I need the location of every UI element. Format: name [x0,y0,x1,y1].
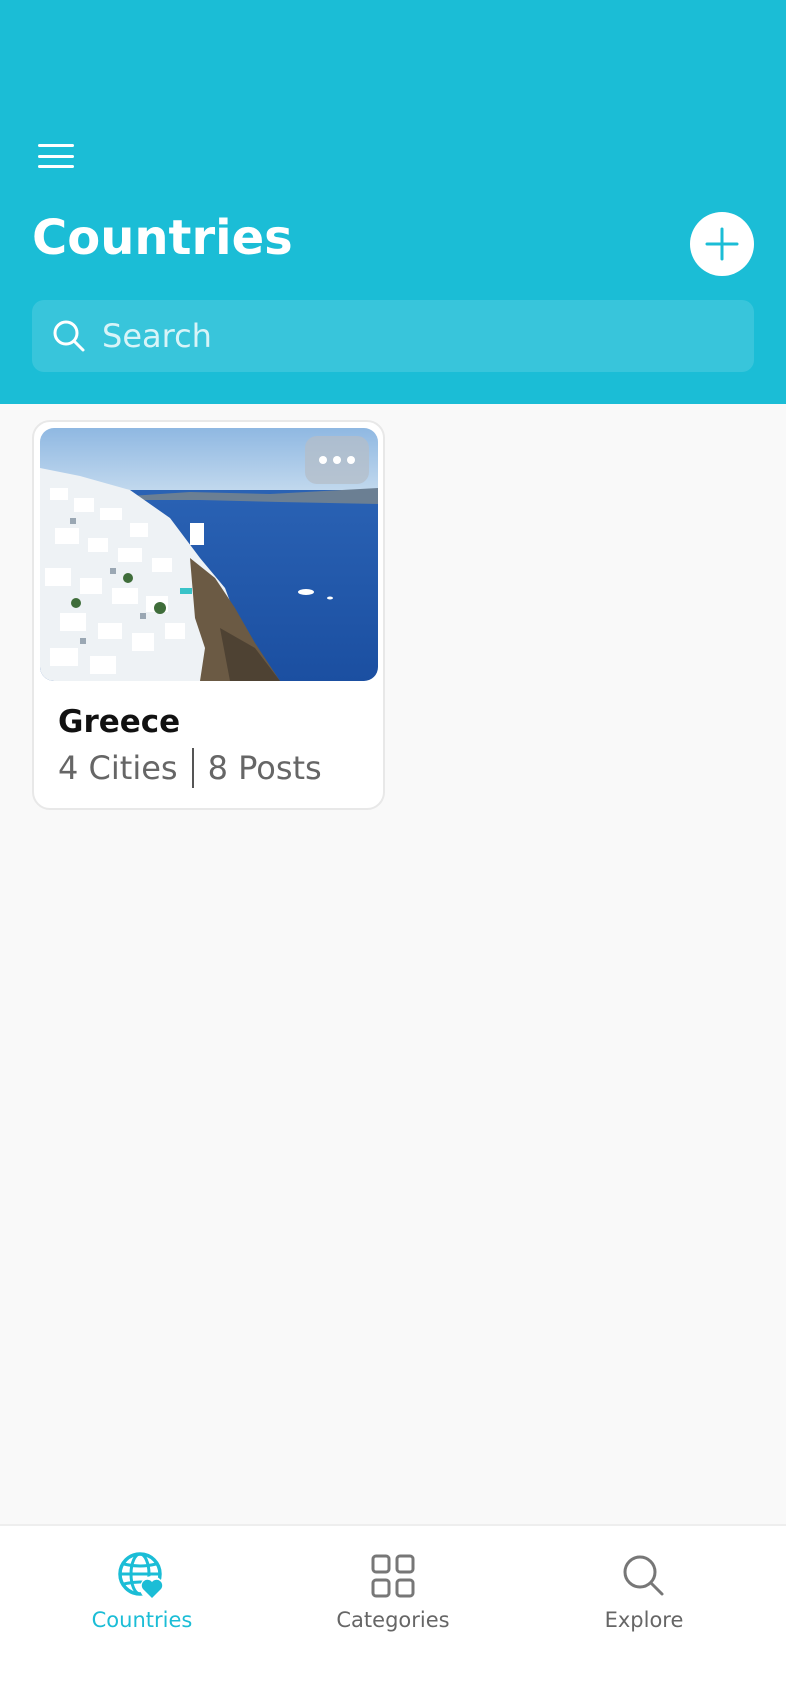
search-icon [623,1555,664,1596]
more-options-button[interactable] [305,436,369,484]
page-title: Countries [32,210,293,266]
nav-item-countries[interactable]: Countries [32,1526,252,1666]
app-header: Countries [0,0,786,404]
nav-label-explore: Explore [604,1608,684,1632]
cities-count: 4 Cities [58,749,178,787]
stats-divider [191,748,194,788]
nav-label-categories: Categories [336,1608,450,1632]
hamburger-menu-icon[interactable] [32,138,80,174]
country-stats: 4 Cities 8 Posts [58,748,322,788]
bottom-navigation: Countries Categories Explore [0,1524,786,1704]
search-icon [53,320,85,352]
plus-icon [705,227,739,261]
nav-item-explore[interactable]: Explore [534,1526,754,1666]
search-input[interactable] [102,317,702,355]
add-country-button[interactable] [690,212,754,276]
globe-heart-icon [118,1552,164,1600]
ellipsis-icon [319,456,327,464]
nav-label-countries: Countries [91,1608,193,1632]
posts-count: 8 Posts [207,749,322,787]
nav-item-categories[interactable]: Categories [283,1526,503,1666]
grid-icon [371,1554,415,1598]
search-bar[interactable] [32,300,754,372]
country-name: Greece [58,704,181,740]
